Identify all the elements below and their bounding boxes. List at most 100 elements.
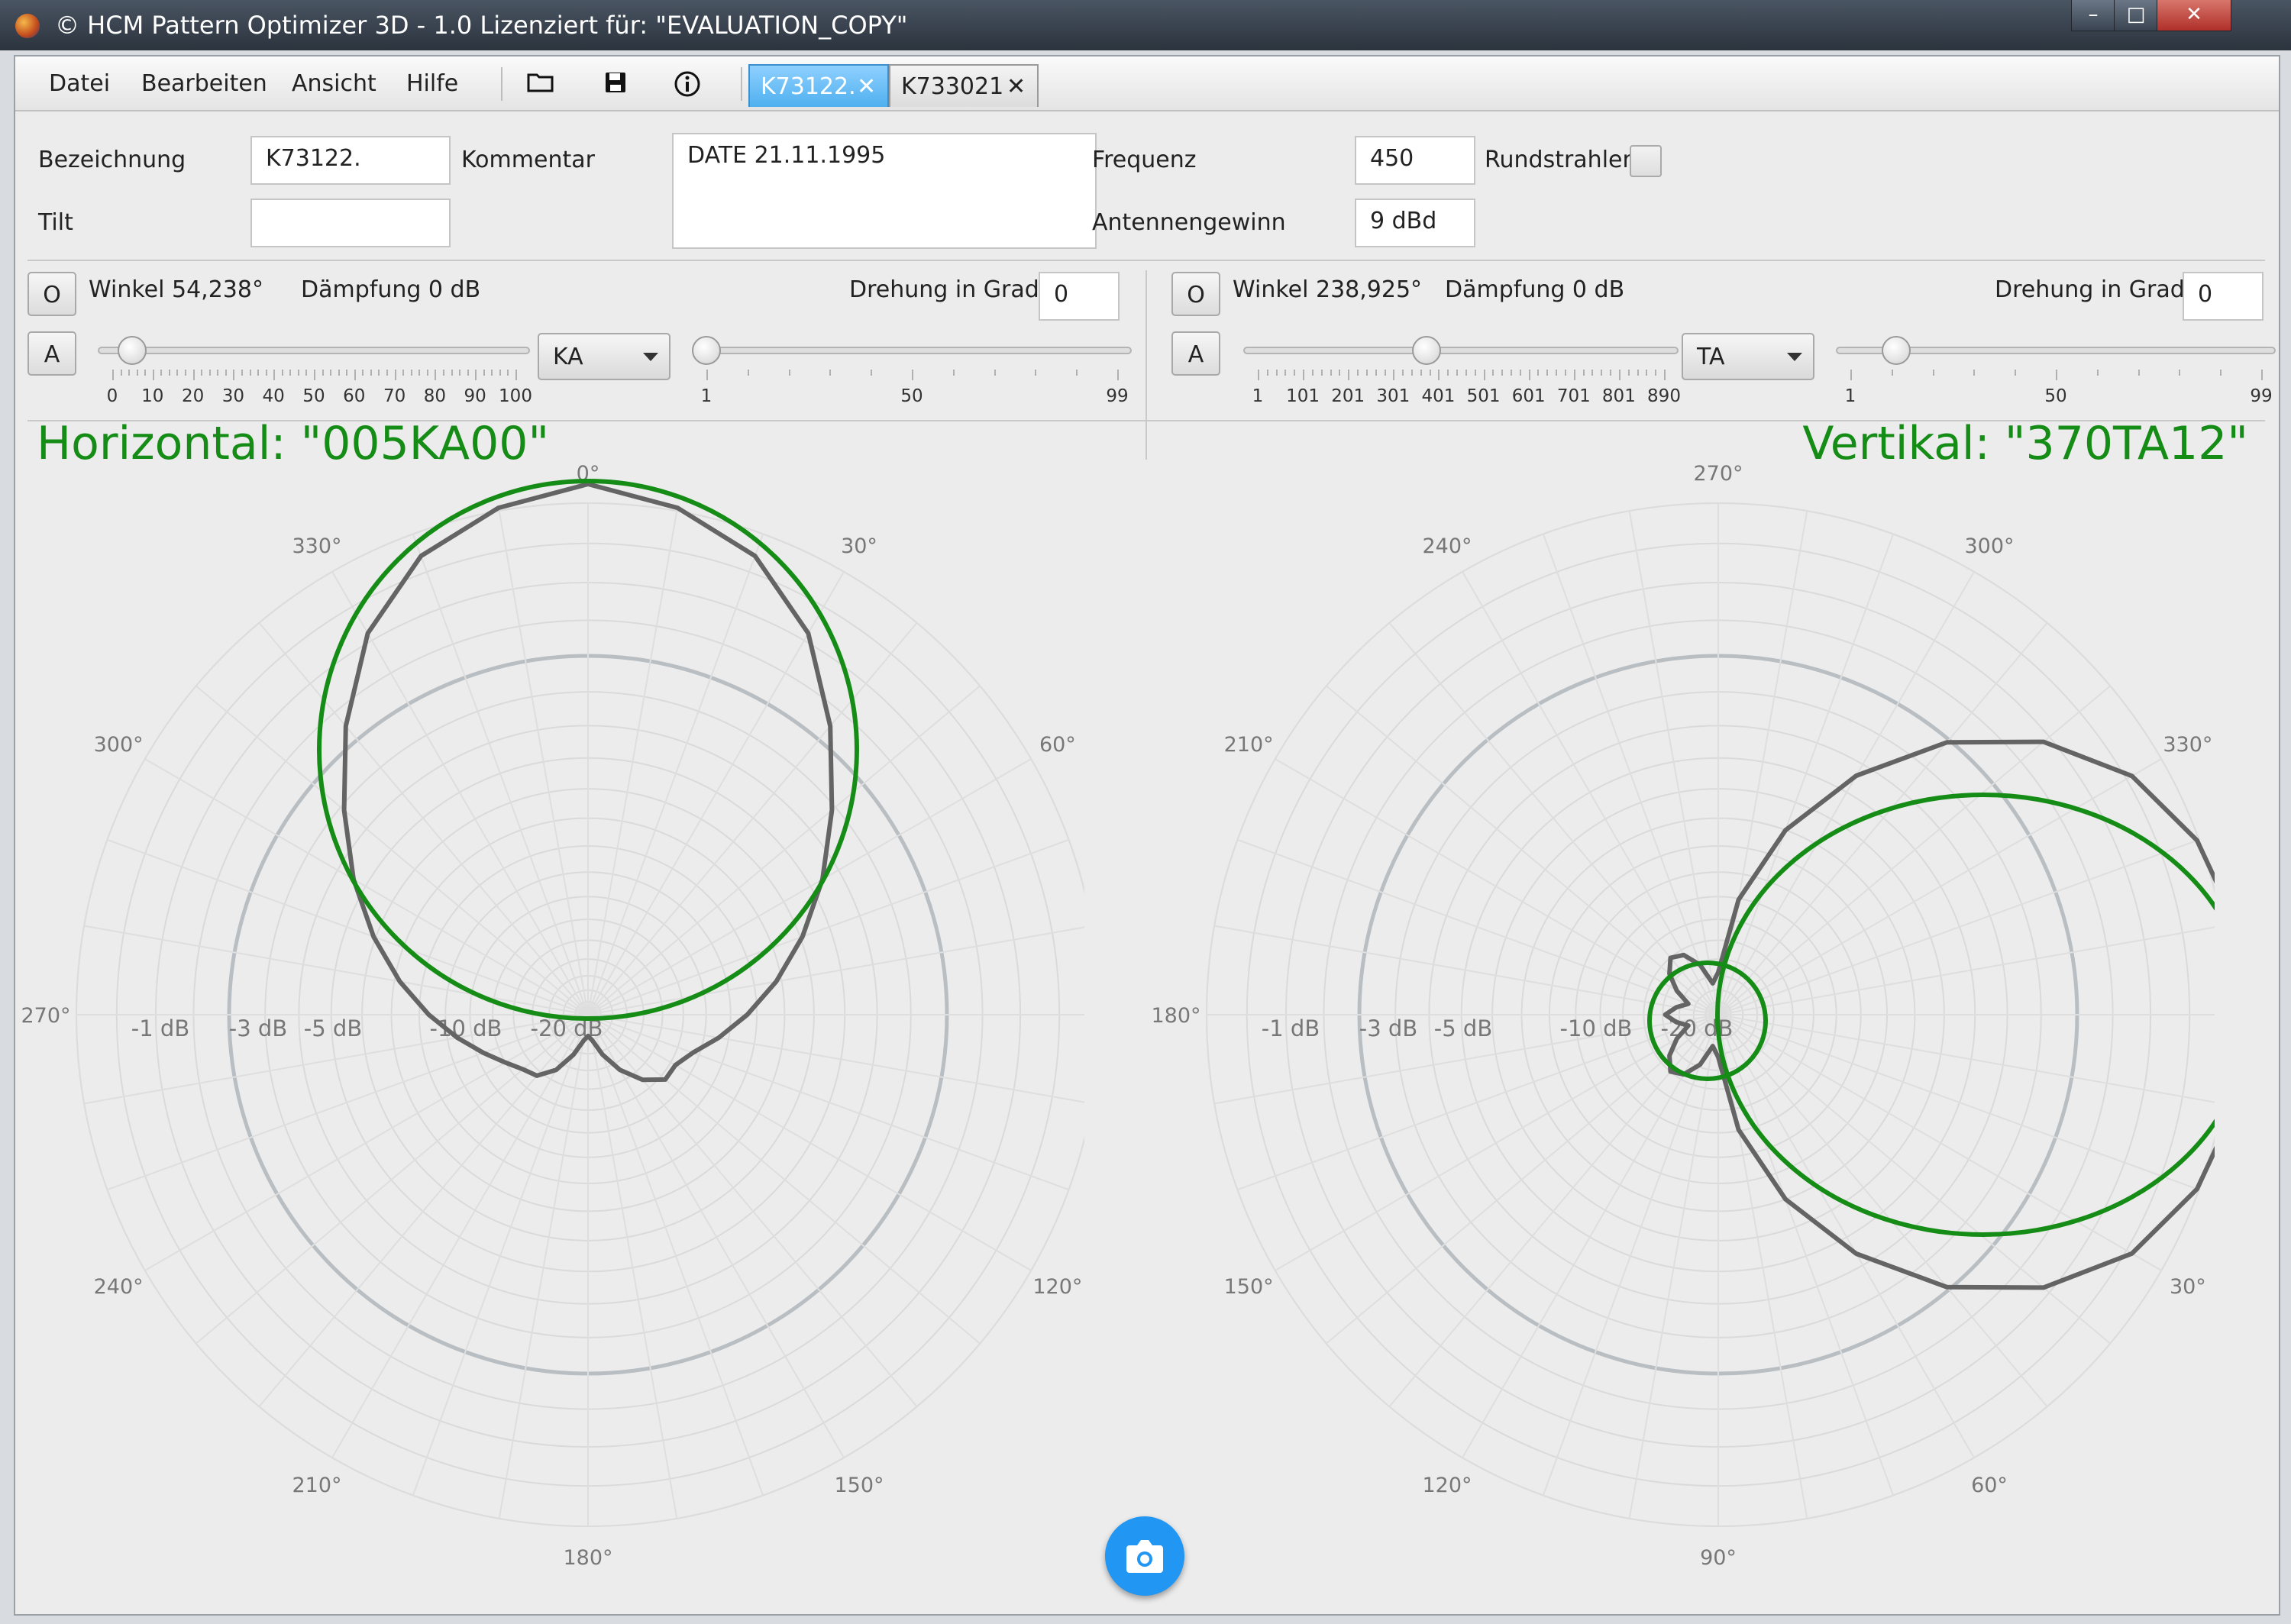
slider-tick [1465,370,1467,376]
slider-tick [370,370,372,376]
slider-tick [1483,370,1485,380]
slider-tick [225,370,227,376]
slider-tick [467,370,469,376]
close-button[interactable]: ✕ [2157,0,2231,31]
slider-tick [1294,370,1296,376]
radial-db-label: -5 dB [1434,1015,1492,1041]
slider-tick [1655,370,1657,376]
slider-thumb[interactable] [1411,336,1441,365]
chevron-down-icon [643,353,658,361]
slider-track[interactable] [1243,347,1679,354]
grid-spoke [258,622,589,1015]
vertical-polar-chart: 270°300°330°0°30°60°90°120°150°180°210°2… [1151,462,2215,1570]
grid-spoke [587,622,918,1015]
slider-tick-label: 20 [181,386,205,406]
slider-tick [128,370,131,376]
o-button-left[interactable]: O [27,272,76,316]
slider-tick [1438,370,1440,380]
angle-slider-right[interactable]: 1 101 201 301 401 501 601 701 801 890 [1243,330,1681,421]
slider-tick-label: 890 [1647,386,1681,406]
slider-tick [378,370,380,376]
slider-tick [330,370,332,376]
slider-tick [305,370,308,376]
angle-slider-left[interactable]: 0 10 20 30 40 50 60 70 80 90 100 [98,330,532,421]
pattern-type-combo-left[interactable]: KA [538,333,670,380]
folder-open-icon[interactable] [525,70,556,98]
maximize-button[interactable]: □ [2114,0,2158,31]
grid-spoke [587,1014,1084,1103]
menu-bearbeiten[interactable]: Bearbeiten [141,70,267,97]
menu-datei[interactable]: Datei [49,70,110,97]
minimize-button[interactable]: – [2071,0,2115,31]
slider-tick [2096,370,2099,376]
slider-thumb[interactable] [118,336,147,365]
pattern-type-combo-right[interactable]: TA [1682,333,1814,380]
frequenz-field[interactable]: 450 [1355,136,1475,185]
slider-tick [1573,370,1575,380]
slider-tick-label: 99 [1106,386,1129,406]
slider-tick-label: 90 [464,386,486,406]
save-icon[interactable] [600,70,631,98]
pattern-slider-right[interactable]: 1 50 99 [1836,330,2276,421]
slider-tick [241,370,243,376]
drehung-field-right[interactable]: 0 [2183,272,2264,321]
slider-tick [201,370,203,376]
slider-tick [1330,370,1332,376]
slider-tick [507,370,509,376]
slider-tick [475,370,477,380]
slider-tick [706,370,708,380]
grid-spoke [1717,622,2048,1015]
tab-k733021[interactable]: K733021 ✕ [889,64,1039,107]
tilt-field[interactable] [250,199,451,247]
close-tab-icon[interactable]: ✕ [1007,73,1026,100]
slider-tick [747,370,749,376]
camera-button[interactable] [1105,1516,1184,1596]
slider-tick [1973,370,1976,376]
slider-tick [1546,370,1549,376]
slider-track[interactable] [692,347,1132,354]
title-bar[interactable]: © HCM Pattern Optimizer 3D - 1.0 Lizenzi… [0,0,2291,50]
pattern-slider-left[interactable]: 1 50 99 [692,330,1132,421]
close-tab-icon[interactable]: ✕ [857,73,876,100]
rundstrahler-checkbox[interactable] [1630,145,1662,177]
antennengewinn-field[interactable]: 9 dBd [1355,199,1475,247]
slider-tick [112,370,114,380]
slider-tick [1410,370,1413,376]
main-client: Datei Bearbeiten Ansicht Hilfe K73122. ✕… [14,55,2280,1616]
slider-tick [1258,370,1259,380]
slider-tick [233,370,235,380]
bezeichnung-label: Bezeichnung [38,147,186,173]
slider-tick [185,370,187,376]
slider-tick [1637,370,1639,376]
angle-label: 300° [94,733,144,757]
grid-spoke [587,1014,764,1496]
angle-label: 150° [834,1474,884,1497]
kommentar-textarea[interactable]: DATE 21.11.1995 [672,133,1097,249]
angle-label: 120° [1422,1474,1472,1497]
a-button-right[interactable]: A [1171,331,1220,376]
slider-tick [1537,370,1540,376]
a-button-left[interactable]: A [27,331,76,376]
slider-tick-label: 1 [700,386,713,406]
tab-k73122[interactable]: K73122. ✕ [748,64,889,107]
menu-ansicht[interactable]: Ansicht [292,70,376,97]
slider-tick [788,370,790,376]
drehung-field-left[interactable]: 0 [1039,272,1120,321]
slider-tick-label: 701 [1556,386,1591,406]
radial-db-label: -3 dB [1359,1015,1417,1041]
radial-db-label: -1 dB [1262,1015,1320,1041]
slider-track[interactable] [98,347,530,354]
grid-spoke [195,1014,589,1345]
grid-spoke [1717,1014,2048,1407]
slider-thumb[interactable] [692,336,721,365]
slider-tick [483,370,485,376]
o-button-right[interactable]: O [1171,272,1220,316]
bezeichnung-field[interactable]: K73122. [250,136,451,185]
drehung-label-left: Drehung in Grad [849,276,1039,303]
slider-thumb[interactable] [1882,336,1911,365]
menu-hilfe[interactable]: Hilfe [406,70,458,97]
slider-tick [208,370,211,376]
slider-tick [144,370,147,376]
slider-tick [136,370,138,376]
info-icon[interactable] [672,70,703,98]
